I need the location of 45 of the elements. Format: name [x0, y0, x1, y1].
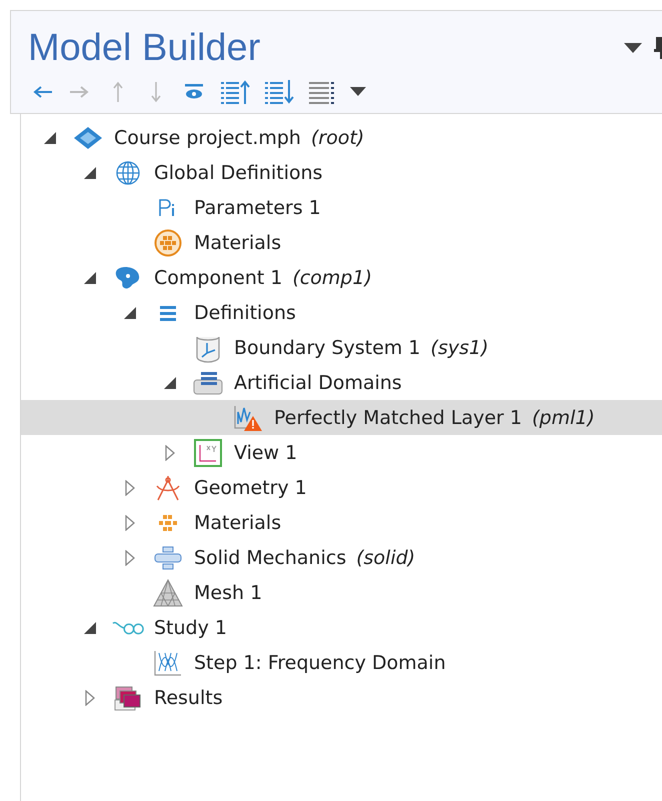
- expanded-arrow-icon[interactable]: [164, 376, 176, 388]
- tree-item[interactable]: Boundary System 1 (sys1): [21, 330, 662, 365]
- tree-item[interactable]: Global Definitions: [21, 155, 662, 190]
- expand-list-icon[interactable]: [264, 79, 294, 105]
- solid-mechanics-icon: [153, 544, 183, 570]
- expanded-arrow-icon[interactable]: [44, 132, 56, 144]
- component-icon: [114, 266, 142, 290]
- frequency-step-icon: [153, 648, 183, 676]
- collapsed-arrow-icon[interactable]: [125, 480, 135, 496]
- view-icon: [194, 438, 222, 466]
- materials-icon: [154, 228, 182, 256]
- model-icon: [73, 126, 103, 150]
- results-icon: [113, 684, 143, 712]
- mesh-icon: [153, 578, 183, 606]
- panel-title: Model Builder: [28, 26, 262, 70]
- tree-item[interactable]: Materials: [21, 225, 662, 260]
- globe-icon: [115, 160, 141, 186]
- expanded-arrow-icon[interactable]: [84, 166, 96, 178]
- tree-item[interactable]: Parameters 1: [21, 190, 662, 225]
- compass-icon: [154, 474, 182, 502]
- collapsed-arrow-icon[interactable]: [85, 690, 95, 706]
- expanded-arrow-icon[interactable]: [84, 272, 96, 284]
- tree-item[interactable]: Course project.mph (root): [21, 120, 662, 155]
- dropdown-icon[interactable]: [350, 87, 366, 97]
- tree-item[interactable]: Artificial Domains: [21, 365, 662, 400]
- expanded-arrow-icon[interactable]: [124, 306, 136, 318]
- tree-item[interactable]: Mesh 1: [21, 575, 662, 610]
- domains-icon: [193, 370, 223, 396]
- dropdown-icon[interactable]: [624, 43, 642, 53]
- tree-item[interactable]: Component 1 (comp1): [21, 260, 662, 295]
- tree-item[interactable]: Step 1: Frequency Domain: [21, 645, 662, 680]
- collapsed-arrow-icon[interactable]: [125, 514, 135, 530]
- tree-item[interactable]: Study 1: [21, 610, 662, 645]
- tree-item[interactable]: Definitions: [21, 295, 662, 330]
- tree-item[interactable]: Perfectly Matched Layer 1 (pml1): [21, 400, 662, 435]
- tree-item[interactable]: Materials: [21, 505, 662, 540]
- tree-item[interactable]: Geometry 1: [21, 470, 662, 505]
- collapsed-arrow-icon[interactable]: [165, 444, 175, 460]
- tree-item[interactable]: Results: [21, 680, 662, 715]
- tree-item[interactable]: View 1: [21, 435, 662, 470]
- tree-item[interactable]: Solid Mechanics (solid): [21, 540, 662, 575]
- collapsed-arrow-icon[interactable]: [125, 550, 135, 566]
- expanded-arrow-icon[interactable]: [84, 622, 96, 634]
- collapse-list-icon[interactable]: [220, 79, 250, 105]
- list-view-icon[interactable]: [308, 79, 336, 105]
